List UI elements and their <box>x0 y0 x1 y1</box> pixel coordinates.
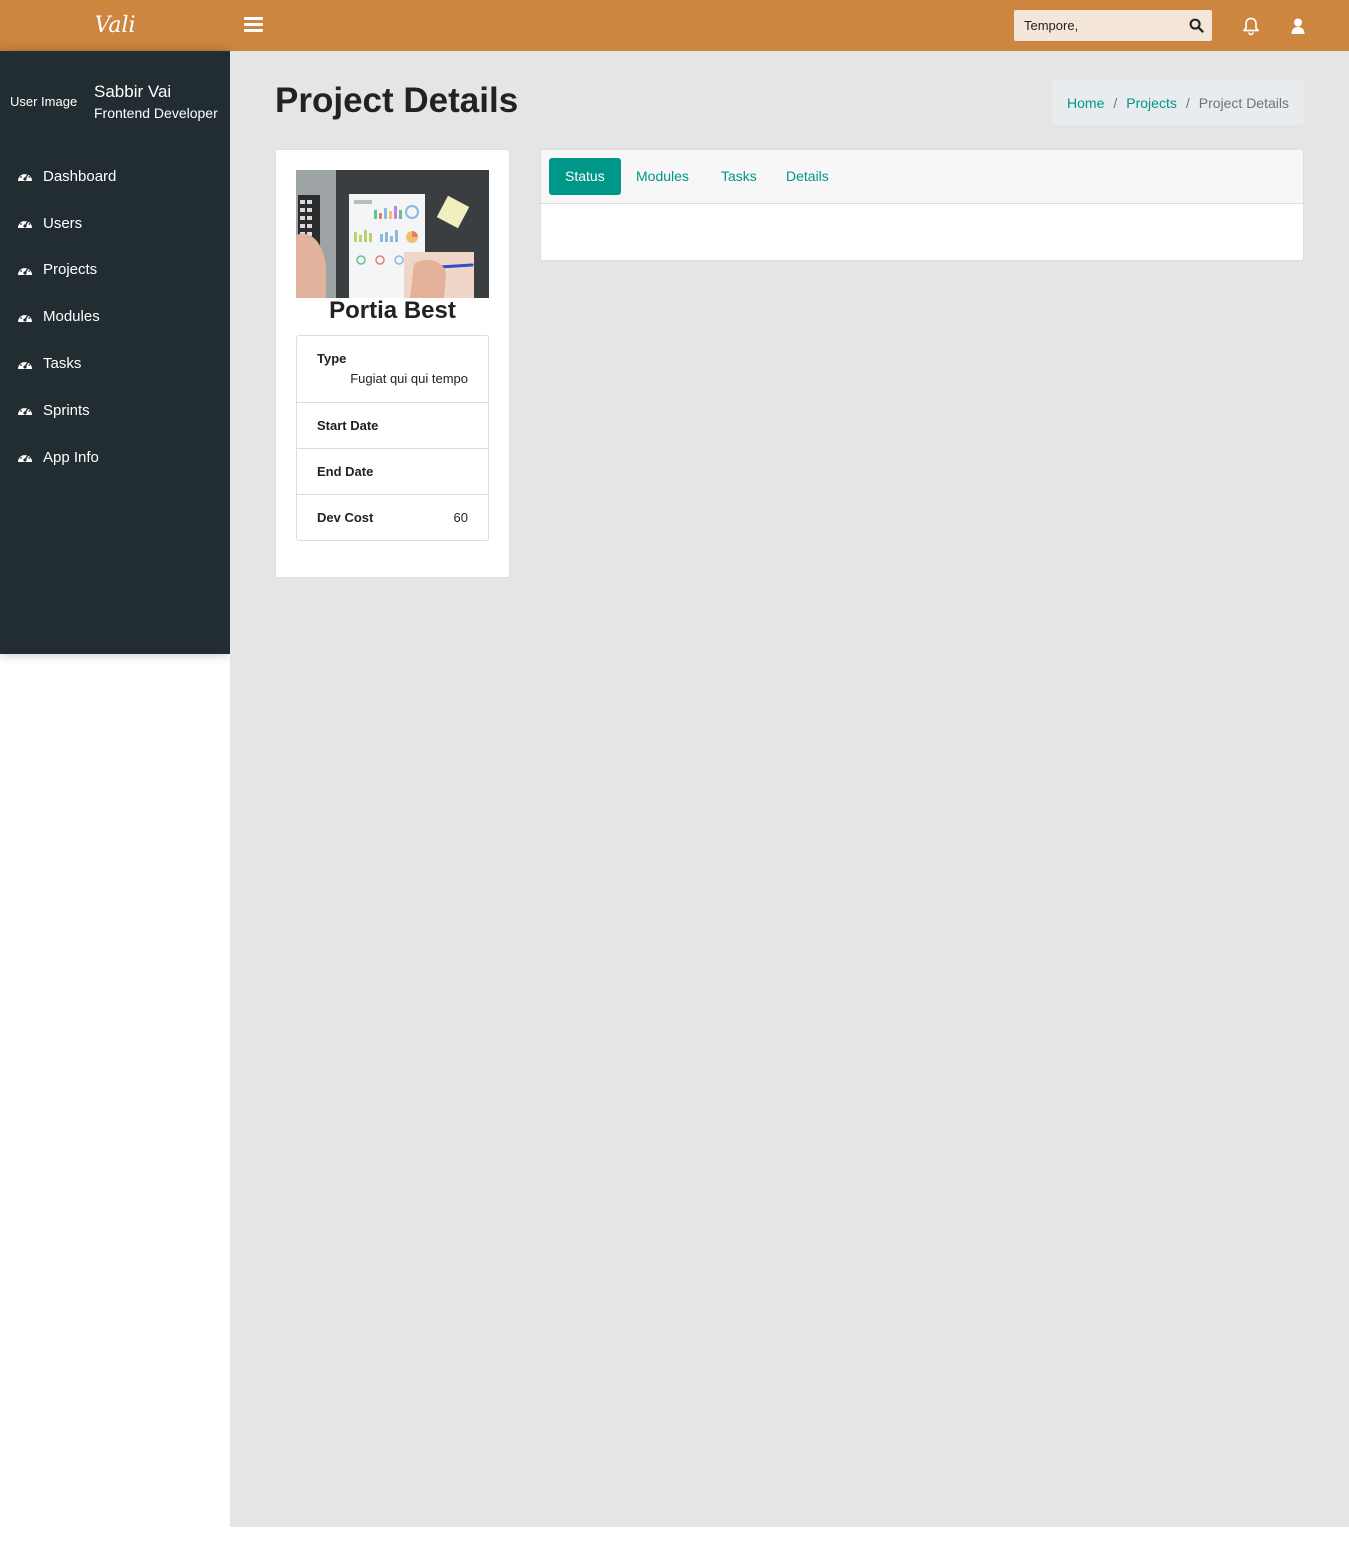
dashboard-icon <box>18 172 32 182</box>
type-label: Type <box>317 351 347 366</box>
sidebar-item-sprints[interactable]: Sprints <box>0 387 230 434</box>
breadcrumb-home[interactable]: Home <box>1067 95 1104 111</box>
sidebar-nav: Dashboard Users Projects Modules Tasks S… <box>0 153 230 481</box>
tab-tasks[interactable]: Tasks <box>705 158 773 195</box>
sidebar-item-label: Tasks <box>43 355 82 373</box>
breadcrumb-separator: / <box>1185 94 1190 111</box>
tab-status[interactable]: Status <box>549 158 621 195</box>
sidebar-item-label: Modules <box>43 308 100 326</box>
sidebar-item-tasks[interactable]: Tasks <box>0 340 230 387</box>
sidebar-item-app-info[interactable]: App Info <box>0 434 230 481</box>
dashboard-icon <box>18 360 32 369</box>
sidebar-item-dashboard[interactable]: Dashboard <box>0 153 230 200</box>
dashboard-icon <box>18 406 32 416</box>
search-icon[interactable] <box>1189 18 1204 33</box>
project-card: Portia Best Type Fugiat qui qui tempo St… <box>275 149 510 578</box>
breadcrumb-projects[interactable]: Projects <box>1126 95 1177 111</box>
dashboard-icon <box>18 453 32 463</box>
start-date-label: Start Date <box>317 418 379 433</box>
breadcrumb: Home / Projects / Project Details <box>1052 80 1304 125</box>
info-row-type: Type Fugiat qui qui tempo <box>297 336 488 402</box>
project-info-list: Type Fugiat qui qui tempo Start Date End… <box>296 335 489 541</box>
sidebar-item-label: App Info <box>43 448 99 466</box>
project-name: Portia Best <box>329 297 456 324</box>
info-row-start-date: Start Date <box>297 402 488 448</box>
search-box <box>1014 10 1212 41</box>
tab-modules[interactable]: Modules <box>620 158 705 195</box>
dev-cost-label: Dev Cost <box>317 510 374 525</box>
main-content: Project Details Home / Projects / Projec… <box>230 51 1349 1527</box>
breadcrumb-current: Project Details <box>1198 94 1289 111</box>
tab-details[interactable]: Details <box>770 158 845 195</box>
dashboard-icon <box>18 313 32 322</box>
end-date-label: End Date <box>317 464 374 479</box>
info-row-end-date: End Date <box>297 448 488 494</box>
sidebar-item-label: Sprints <box>43 401 90 419</box>
dashboard-icon <box>18 219 32 229</box>
sidebar: User Image Sabbir Vai Frontend Developer… <box>0 51 230 654</box>
breadcrumb-separator: / <box>1113 94 1118 111</box>
type-value: Fugiat qui qui tempo <box>350 371 468 386</box>
app-header: Vali <box>0 0 1349 51</box>
sidebar-item-modules[interactable]: Modules <box>0 293 230 340</box>
user-name: Sabbir Vai <box>94 82 172 101</box>
sidebar-item-projects[interactable]: Projects <box>0 247 230 294</box>
info-row-dev-cost: Dev Cost 60 <box>297 494 488 540</box>
project-image <box>296 170 489 298</box>
user-avatar: User Image <box>10 94 78 109</box>
page-title: Project Details <box>275 81 519 120</box>
user-icon[interactable] <box>1288 16 1308 36</box>
sidebar-item-users[interactable]: Users <box>0 200 230 247</box>
search-input[interactable] <box>1014 10 1184 41</box>
sidebar-item-label: Dashboard <box>43 167 117 185</box>
menu-icon[interactable] <box>244 17 263 33</box>
sidebar-item-label: Users <box>43 214 83 232</box>
sidebar-item-label: Projects <box>43 261 98 279</box>
bell-icon[interactable] <box>1241 16 1261 36</box>
dashboard-icon <box>18 266 32 275</box>
dev-cost-value: 60 <box>453 510 468 525</box>
tabs-panel: Status Modules Tasks Details <box>540 149 1304 261</box>
tabs-header: Status Modules Tasks Details <box>541 150 1303 204</box>
user-role: Frontend Developer <box>94 105 218 121</box>
app-logo[interactable]: Vali <box>0 0 230 51</box>
